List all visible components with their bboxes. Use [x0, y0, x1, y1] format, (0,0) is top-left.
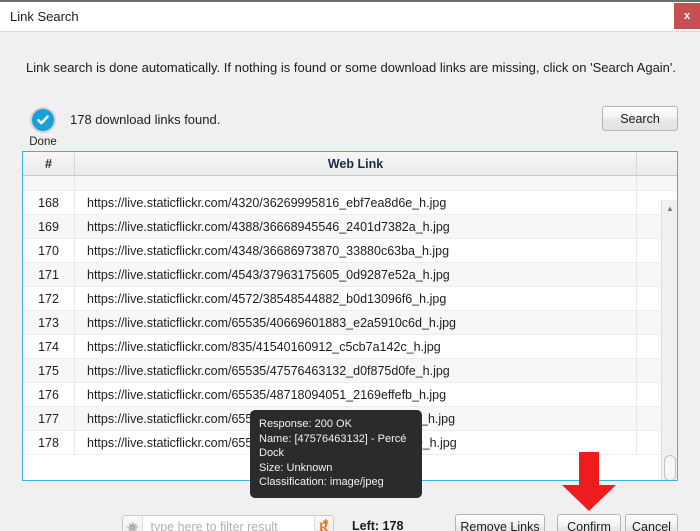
table-row[interactable]: 173 https://live.staticflickr.com/65535/4…: [23, 311, 677, 335]
row-number-cell: [23, 176, 75, 190]
filter-input[interactable]: [142, 516, 314, 531]
table-row[interactable]: 172 https://live.staticflickr.com/4572/38…: [23, 287, 677, 311]
link-search-dialog: Link Search x Link search is done automa…: [0, 0, 700, 531]
column-header-extra[interactable]: [637, 152, 677, 175]
close-button[interactable]: x: [674, 3, 700, 29]
table-row[interactable]: 174 https://live.staticflickr.com/835/415…: [23, 335, 677, 359]
table-vertical-scrollbar[interactable]: ▲ ▼: [661, 200, 677, 480]
row-number-cell: 170: [23, 239, 75, 262]
row-web-link-cell[interactable]: https://live.staticflickr.com/4543/37963…: [75, 263, 637, 286]
confirm-button[interactable]: Confirm: [557, 514, 621, 531]
row-web-link-cell[interactable]: https://live.staticflickr.com/835/415401…: [75, 335, 637, 358]
title-bar: Link Search x: [0, 2, 700, 32]
table-header-row: # Web Link: [23, 152, 677, 176]
tooltip-classification: Classification: image/jpeg: [259, 476, 384, 488]
table-row[interactable]: 169 https://live.staticflickr.com/4388/36…: [23, 215, 677, 239]
tooltip-response: Response: 200 OK: [259, 418, 352, 430]
table-row[interactable]: 176 https://live.staticflickr.com/65535/4…: [23, 383, 677, 407]
row-web-link-cell[interactable]: https://live.staticflickr.com/4388/36668…: [75, 215, 637, 238]
table-row[interactable]: 175 https://live.staticflickr.com/65535/4…: [23, 359, 677, 383]
row-number-cell: 176: [23, 383, 75, 406]
column-header-number[interactable]: #: [23, 152, 75, 175]
tooltip-name: Name: [47576463132] - Percé Dock: [259, 432, 407, 460]
column-header-web-link[interactable]: Web Link: [75, 152, 637, 175]
row-web-link-cell[interactable]: https://live.staticflickr.com/65535/4066…: [75, 311, 637, 334]
dialog-body: Link search is done automatically. If no…: [0, 33, 700, 531]
left-count-label: Left: 178: [352, 519, 404, 531]
check-circle-icon: [30, 107, 56, 133]
cancel-button[interactable]: Cancel: [625, 514, 678, 531]
row-number-cell: 171: [23, 263, 75, 286]
row-number-cell: 178: [23, 431, 75, 454]
row-web-link-cell[interactable]: https://live.staticflickr.com/4320/36269…: [75, 191, 637, 214]
table-row[interactable]: 168 https://live.staticflickr.com/4320/36…: [23, 191, 677, 215]
row-web-link-cell[interactable]: https://live.staticflickr.com/65535/4871…: [75, 383, 637, 406]
row-web-link-cell[interactable]: https://live.staticflickr.com/4572/38548…: [75, 287, 637, 310]
link-info-tooltip: Response: 200 OK Name: [47576463132] - P…: [250, 410, 422, 498]
scrollbar-thumb[interactable]: [664, 455, 676, 480]
scroll-up-arrow-icon[interactable]: ▲: [662, 200, 677, 217]
row-web-link-cell[interactable]: https://live.staticflickr.com/65535/4757…: [75, 359, 637, 382]
row-number-cell: 169: [23, 215, 75, 238]
window-title: Link Search: [10, 9, 79, 24]
search-button[interactable]: Search: [602, 106, 678, 131]
table-row[interactable]: 171 https://live.staticflickr.com/4543/37…: [23, 263, 677, 287]
row-number-cell: 168: [23, 191, 75, 214]
row-number-cell: 172: [23, 287, 75, 310]
gear-icon[interactable]: [123, 516, 143, 531]
row-web-link-cell[interactable]: [75, 176, 637, 190]
status-sub-label: Done: [29, 136, 57, 148]
row-number-cell: 174: [23, 335, 75, 358]
filter-bar: R ✱: [122, 515, 334, 531]
regex-icon[interactable]: R ✱: [313, 516, 333, 531]
remove-links-button[interactable]: Remove Links: [455, 514, 545, 531]
regex-star-icon: ✱: [322, 518, 329, 527]
intro-text: Link search is done automatically. If no…: [26, 60, 677, 75]
status-indicator: Done: [26, 107, 60, 148]
row-number-cell: 173: [23, 311, 75, 334]
table-row[interactable]: [23, 176, 677, 191]
table-row[interactable]: 170 https://live.staticflickr.com/4348/36…: [23, 239, 677, 263]
status-message: 178 download links found.: [70, 112, 221, 127]
row-number-cell: 175: [23, 359, 75, 382]
row-extra-cell: [637, 176, 677, 190]
tooltip-size: Size: Unknown: [259, 461, 333, 474]
row-web-link-cell[interactable]: https://live.staticflickr.com/4348/36686…: [75, 239, 637, 262]
row-number-cell: 177: [23, 407, 75, 430]
